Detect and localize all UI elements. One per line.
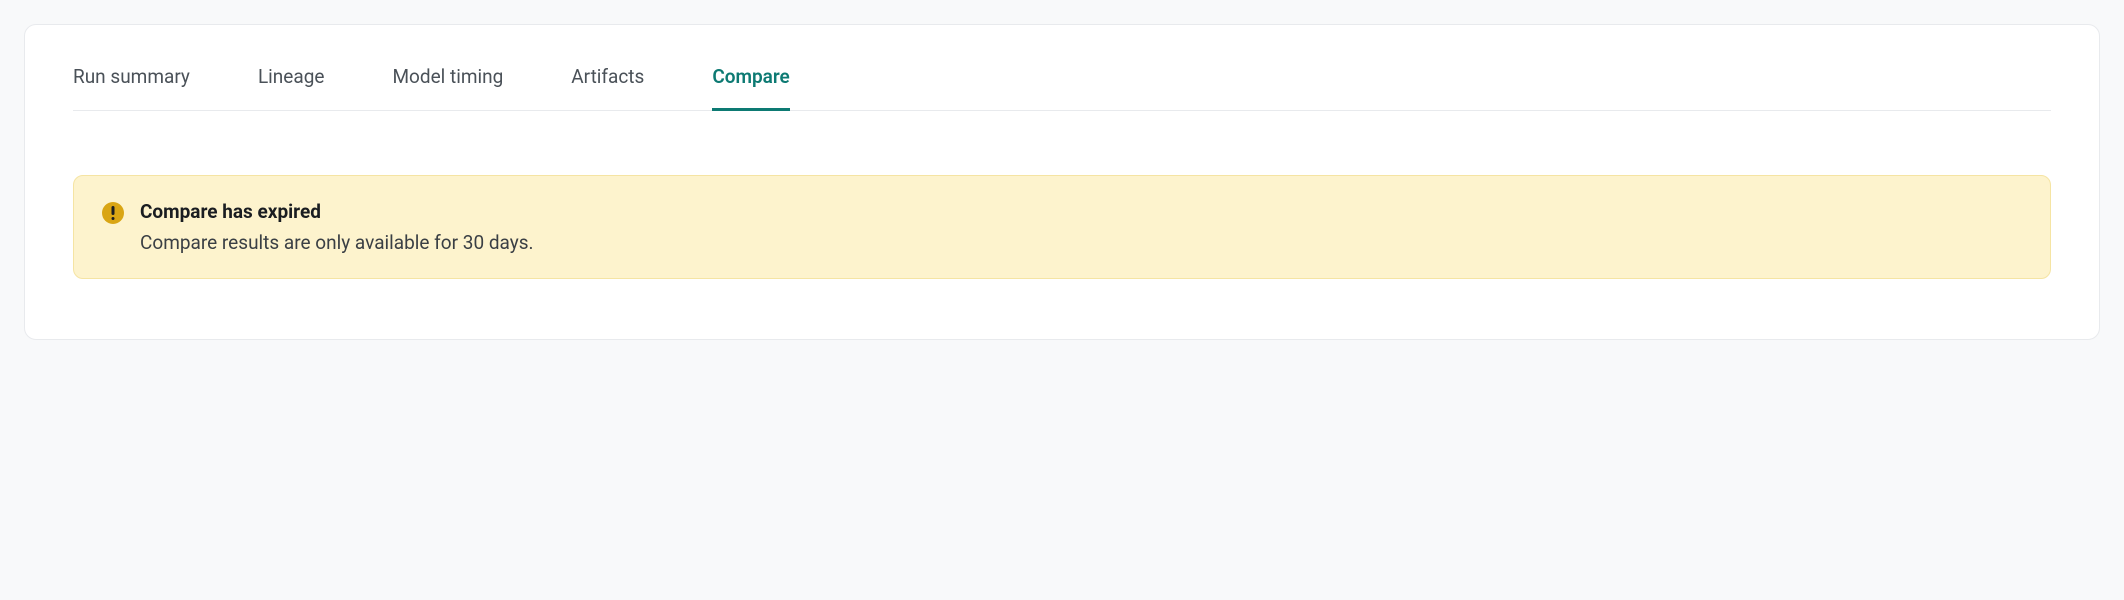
warning-icon xyxy=(102,202,124,224)
alert-body: Compare has expired Compare results are … xyxy=(140,200,2022,254)
main-card: Run summary Lineage Model timing Artifac… xyxy=(24,24,2100,340)
tab-bar: Run summary Lineage Model timing Artifac… xyxy=(73,65,2051,111)
alert-title: Compare has expired xyxy=(140,200,2022,223)
expired-alert: Compare has expired Compare results are … xyxy=(73,175,2051,279)
tab-run-summary[interactable]: Run summary xyxy=(73,65,190,111)
tab-compare[interactable]: Compare xyxy=(712,65,789,111)
tab-content: Compare has expired Compare results are … xyxy=(25,111,2099,279)
tab-lineage[interactable]: Lineage xyxy=(258,65,325,111)
alert-message: Compare results are only available for 3… xyxy=(140,231,2022,254)
tab-artifacts[interactable]: Artifacts xyxy=(571,65,644,111)
tab-model-timing[interactable]: Model timing xyxy=(392,65,503,111)
